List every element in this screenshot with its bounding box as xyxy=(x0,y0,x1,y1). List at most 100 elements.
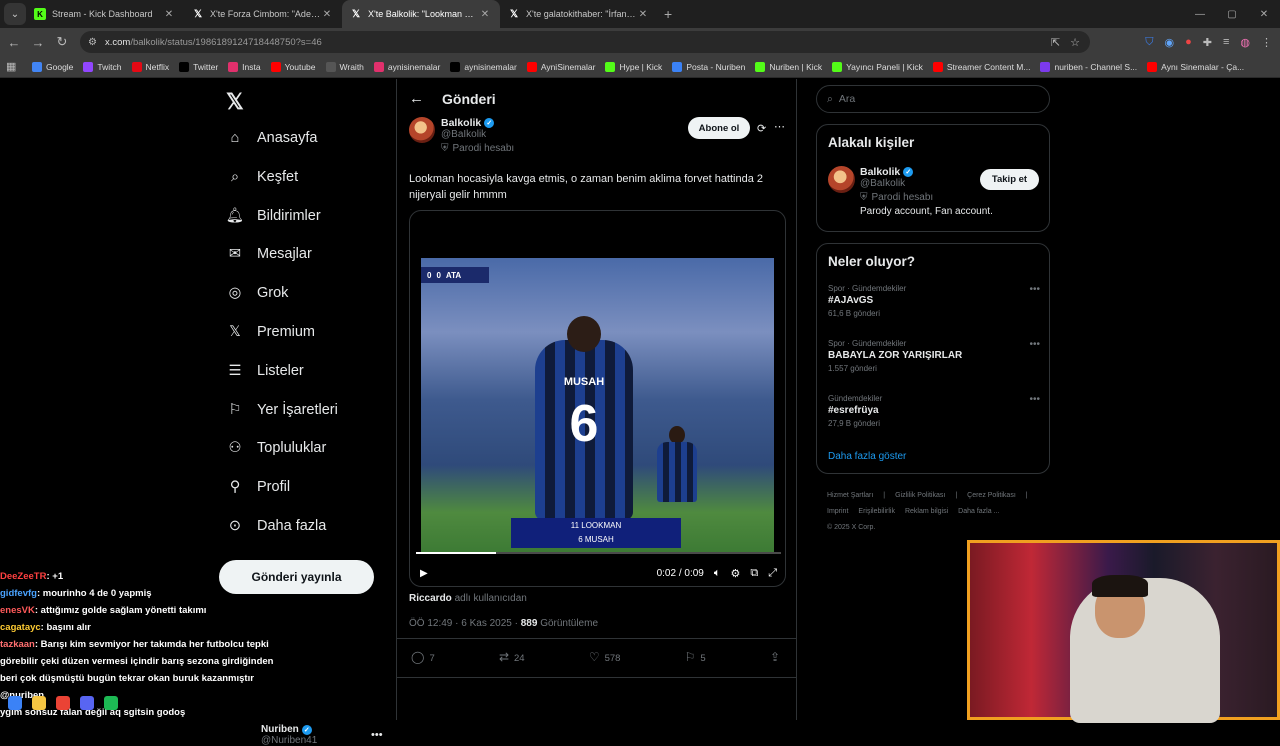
video-player[interactable]: 0 0 ATA MUSAH 6 11 LOOKMAN 6 MUSAH ▶ 0:0… xyxy=(409,210,786,587)
trend-more-icon[interactable]: ••• xyxy=(1029,284,1040,295)
trend-more-icon[interactable]: ••• xyxy=(1029,339,1040,350)
forward-icon[interactable]: → xyxy=(26,35,50,50)
sidebar-item-topluluklar[interactable]: ⚇ Topluluklar xyxy=(226,439,327,457)
bookmark-item[interactable]: Streamer Content M... xyxy=(932,61,1030,72)
windows-icon[interactable] xyxy=(8,696,22,710)
footer-link[interactable]: Hizmet Şartları xyxy=(827,492,873,499)
star-icon[interactable]: ☆ xyxy=(1070,36,1080,49)
footer-link[interactable]: © 2025 X Corp. xyxy=(827,524,875,531)
bookmark-item[interactable]: AyniSinemalar xyxy=(526,61,595,72)
bookmark-item[interactable]: Posta - Nuriben xyxy=(672,61,745,72)
sidebar-item-grok[interactable]: ◎ Grok xyxy=(226,284,289,302)
source-user[interactable]: Riccardo xyxy=(409,593,452,604)
footer-link[interactable]: Imprint xyxy=(827,508,848,515)
sidebar-item-keşfet[interactable]: ⌕ Keşfet xyxy=(226,168,298,186)
bookmark-item[interactable]: Twitch xyxy=(83,61,122,72)
settings-icon[interactable]: ⚙ xyxy=(730,567,740,580)
media-icon[interactable]: ≡ xyxy=(1223,36,1229,48)
close-tab-icon[interactable]: ✕ xyxy=(320,9,334,20)
play-icon[interactable]: ▶ xyxy=(420,568,428,579)
browser-tab[interactable]: K Stream - Kick Dashboard ✕ xyxy=(26,0,184,28)
footer-link[interactable]: Çerez Politikası xyxy=(967,492,1016,499)
maximize-button[interactable]: ▢ xyxy=(1216,9,1248,20)
tab-search-button[interactable]: ⌄ xyxy=(4,3,26,25)
footer-link[interactable]: Erişilebilirlik xyxy=(858,508,895,515)
close-tab-icon[interactable]: ✕ xyxy=(478,9,492,20)
bookmark-item[interactable]: Insta xyxy=(228,61,261,72)
cast-icon[interactable]: ⇱ xyxy=(1051,36,1060,49)
close-window-button[interactable]: ✕ xyxy=(1248,9,1280,20)
sidebar-item-premium[interactable]: 𝕏 Premium xyxy=(226,323,315,341)
footer-link[interactable]: Gizlilik Politikası xyxy=(895,492,945,499)
trend-item[interactable]: Spor · Gündemdekiler #AJAvGS 61,6 B gönder… xyxy=(828,284,1040,318)
sidebar-item-bildirimler[interactable]: 🔔︎ Bildirimler xyxy=(226,207,321,225)
apps-icon[interactable]: ▦ xyxy=(6,60,20,73)
bookmark-item[interactable]: aynisinemalar xyxy=(450,61,517,72)
ext-icon[interactable]: ◉ xyxy=(1164,36,1174,49)
follow-button[interactable]: Takip et xyxy=(980,169,1039,190)
sidebar-item-mesajlar[interactable]: ✉ Mesajlar xyxy=(226,245,312,263)
browser-tab[interactable]: 𝕏 X'te galatokithaber: "İrfancanin ✕ xyxy=(500,0,658,28)
new-tab-button[interactable]: + xyxy=(664,6,672,22)
author-name[interactable]: Balkolik xyxy=(441,117,481,129)
sidebar-item-yer-i̇şaretleri[interactable]: ⚐ Yer İşaretleri xyxy=(226,401,338,419)
shield-ext-icon[interactable]: ⛉ xyxy=(1145,36,1153,49)
show-more-link[interactable]: Daha fazla göster xyxy=(828,451,906,462)
account-more-icon[interactable]: ••• xyxy=(371,729,383,741)
sidebar-item-daha-fazla[interactable]: ⊙ Daha fazla xyxy=(226,517,326,535)
repost-button[interactable]: ⇄ 24 xyxy=(499,650,525,664)
menu-icon[interactable]: ⋮ xyxy=(1261,36,1272,49)
grok-icon[interactable]: ⟳ xyxy=(757,122,766,135)
spotify-icon[interactable] xyxy=(104,696,118,710)
bookmark-item[interactable]: Wraith xyxy=(325,61,364,72)
profile-icon[interactable]: ◍ xyxy=(1240,36,1250,49)
trend-more-icon[interactable]: ••• xyxy=(1029,394,1040,405)
bookmark-item[interactable]: Aynı Sinemalar - Ça... xyxy=(1147,61,1244,72)
back-arrow-icon[interactable]: ← xyxy=(409,90,424,107)
trend-item[interactable]: Spor · Gündemdekiler BABAYLA ZOR YARIŞIRL… xyxy=(828,339,1040,373)
like-button[interactable]: ♡ 578 xyxy=(589,650,621,664)
puzzle-icon[interactable]: ✚ xyxy=(1203,36,1212,49)
minimize-button[interactable]: — xyxy=(1184,9,1216,20)
related-name[interactable]: Balkolik xyxy=(860,166,900,178)
bookmark-item[interactable]: Hype | Kick xyxy=(605,61,662,72)
bookmark-item[interactable]: Youtube xyxy=(270,61,316,72)
bookmark-item[interactable]: Nuriben | Kick xyxy=(755,61,822,72)
pip-icon[interactable]: ⧉ xyxy=(750,567,758,580)
bookmark-item[interactable]: aynisinemalar xyxy=(373,61,440,72)
bookmark-item[interactable]: Netflix xyxy=(131,61,169,72)
footer-link[interactable]: Reklam bilgisi xyxy=(905,508,948,515)
reply-button[interactable]: ◯ 7 xyxy=(411,650,435,664)
video-progress[interactable] xyxy=(416,552,781,554)
sidebar-item-anasayfa[interactable]: ⌂ Anasayfa xyxy=(226,129,318,147)
chrome-icon[interactable] xyxy=(56,696,70,710)
close-tab-icon[interactable]: ✕ xyxy=(162,9,176,20)
author-handle[interactable]: @BaIkolik xyxy=(441,129,514,140)
share-button[interactable]: ⇪ xyxy=(770,650,785,664)
subscribe-button[interactable]: Abone ol xyxy=(688,117,750,139)
url-field[interactable]: ⚙ x.com/balkolik/status/1986189124718448… xyxy=(80,31,1090,53)
sidebar-item-profil[interactable]: ⚲ Profil xyxy=(226,478,290,496)
bookmark-item[interactable]: nuriben - Channel S... xyxy=(1040,61,1137,72)
ext-red-icon[interactable]: ● xyxy=(1185,36,1192,48)
close-tab-icon[interactable]: ✕ xyxy=(636,9,650,20)
author-avatar[interactable] xyxy=(409,117,435,143)
timestamp[interactable]: ÖÖ 12:49 · 6 Kas 2025 · xyxy=(409,618,518,629)
bookmark-item[interactable]: Yayıncı Paneli | Kick xyxy=(832,61,923,72)
bookmark-item[interactable]: Twitter xyxy=(179,61,218,72)
related-handle[interactable]: @BaIkolik xyxy=(860,178,993,189)
related-avatar[interactable] xyxy=(828,166,855,193)
discord-icon[interactable] xyxy=(80,696,94,710)
trend-item[interactable]: Gündemdekiler #esrefrüya 27,9 B gönderi ••• xyxy=(828,394,1040,428)
x-logo-icon[interactable]: 𝕏 xyxy=(226,89,244,115)
bookmark-item[interactable]: Google xyxy=(32,61,73,72)
post-more-icon[interactable]: ⋯ xyxy=(774,120,785,133)
search-input[interactable]: ⌕ Ara xyxy=(816,85,1050,113)
footer-link[interactable]: Daha fazla ... xyxy=(958,508,999,515)
volume-icon[interactable]: 🔈︎ xyxy=(714,567,721,580)
account-switcher[interactable]: Nuriben ✓ @Nuriben41 xyxy=(261,724,317,746)
video-frame[interactable]: 0 0 ATA MUSAH 6 11 LOOKMAN 6 MUSAH xyxy=(421,258,774,554)
browser-tab[interactable]: 𝕏 X'te Balkolik: "Lookman hocasiy✕ xyxy=(342,0,500,28)
back-icon[interactable]: ← xyxy=(2,35,26,50)
sidebar-item-listeler[interactable]: ☰ Listeler xyxy=(226,362,304,380)
